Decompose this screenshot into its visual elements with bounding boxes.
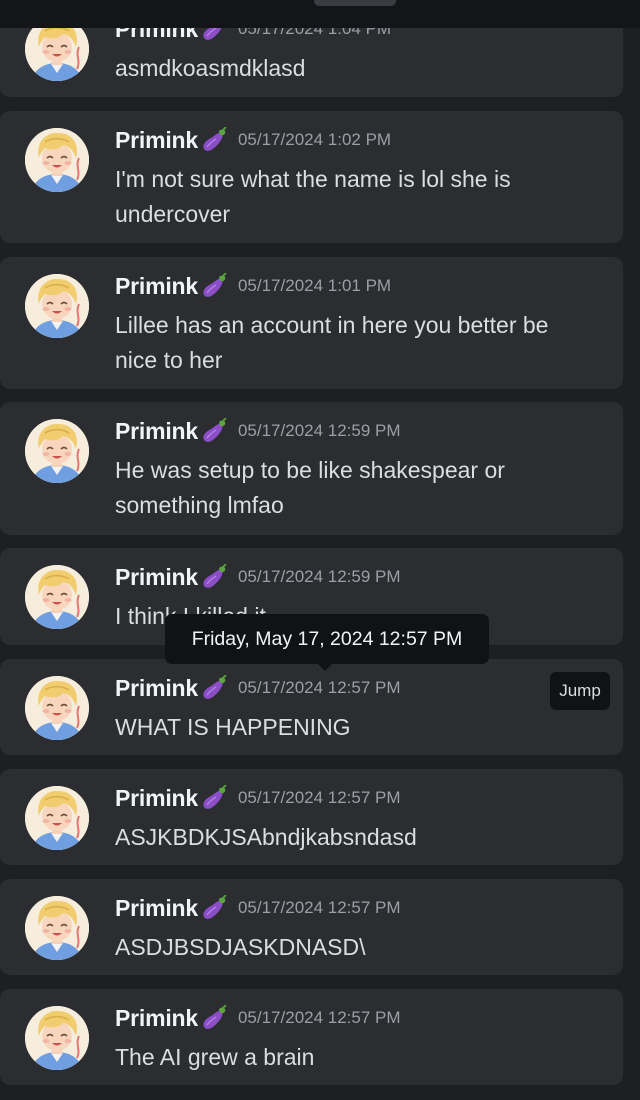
message-timestamp[interactable]: 05/17/2024 12:57 PM: [238, 898, 401, 918]
avatar[interactable]: [25, 1006, 89, 1070]
message-timestamp[interactable]: 05/17/2024 12:59 PM: [238, 421, 401, 441]
message-header: Primink 05/17/2024 12:57 PM: [115, 1003, 401, 1033]
eggplant-icon: [199, 127, 229, 153]
message-header: Primink 05/17/2024 12:57 PM: [115, 673, 401, 703]
message-text: The AI grew a brain: [115, 1044, 315, 1070]
username[interactable]: Primink: [115, 418, 198, 445]
timestamp-tooltip: Friday, May 17, 2024 12:57 PM: [165, 614, 489, 664]
message-text: Lillee has an account in here you better…: [115, 312, 549, 373]
avatar[interactable]: [25, 565, 89, 629]
message-text: ASJKBDKJSAbndjkabsndasd: [115, 824, 417, 850]
message-text: I'm not sure what the name is lol she is…: [115, 166, 511, 227]
username[interactable]: Primink: [115, 564, 198, 591]
message-item[interactable]: Primink 05/17/2024 12:57 PM ASJKBDKJSAbndj…: [0, 769, 623, 865]
avatar[interactable]: [25, 676, 89, 740]
avatar[interactable]: [25, 786, 89, 850]
message-header: Primink 05/17/2024 1:01 PM: [115, 271, 391, 301]
message-header: Primink 05/17/2024 12:59 PM: [115, 416, 401, 446]
eggplant-icon: [199, 418, 229, 444]
message-item[interactable]: Primink 05/17/2024 12:57 PM The AI grew a …: [0, 989, 623, 1085]
eggplant-icon: [199, 675, 229, 701]
username[interactable]: Primink: [115, 895, 198, 922]
message-header: Primink 05/17/2024 12:57 PM: [115, 783, 401, 813]
chat-viewport: Primink 05/17/2024 1:04 PM asmdkoasmdklasd…: [0, 0, 640, 1100]
username[interactable]: Primink: [115, 785, 198, 812]
top-bar: [0, 0, 640, 28]
message-header: Primink 05/17/2024 1:02 PM: [115, 125, 391, 155]
username[interactable]: Primink: [115, 1005, 198, 1032]
username[interactable]: Primink: [115, 273, 198, 300]
avatar[interactable]: [25, 419, 89, 483]
message-item[interactable]: Primink 05/17/2024 1:02 PM I'm not sure wh…: [0, 111, 623, 243]
eggplant-icon: [199, 785, 229, 811]
tooltip-arrow: [316, 662, 334, 671]
message-timestamp[interactable]: 05/17/2024 1:01 PM: [238, 276, 391, 296]
avatar[interactable]: [25, 128, 89, 192]
eggplant-icon: [199, 895, 229, 921]
message-item[interactable]: Primink 05/17/2024 12:57 PM WHAT IS HAPPEN…: [0, 659, 623, 755]
jump-button[interactable]: Jump: [550, 672, 610, 710]
message-text: asmdkoasmdklasd: [115, 55, 306, 81]
username[interactable]: Primink: [115, 127, 198, 154]
message-text: ASDJBSDJASKDNASD\: [115, 934, 366, 960]
drag-handle[interactable]: [314, 0, 396, 6]
message-header: Primink 05/17/2024 12:59 PM: [115, 562, 401, 592]
message-item[interactable]: Primink 05/17/2024 12:57 PM ASDJBSDJASKDNA…: [0, 879, 623, 975]
avatar[interactable]: [25, 896, 89, 960]
message-text: WHAT IS HAPPENING: [115, 714, 351, 740]
message-item[interactable]: Primink 05/17/2024 1:01 PM Lillee has an a…: [0, 257, 623, 389]
message-timestamp[interactable]: 05/17/2024 12:57 PM: [238, 788, 401, 808]
avatar[interactable]: [25, 274, 89, 338]
username[interactable]: Primink: [115, 675, 198, 702]
eggplant-icon: [199, 1005, 229, 1031]
eggplant-icon: [199, 273, 229, 299]
message-timestamp[interactable]: 05/17/2024 12:57 PM: [238, 678, 401, 698]
message-timestamp[interactable]: 05/17/2024 12:59 PM: [238, 567, 401, 587]
message-text: He was setup to be like shakespear or so…: [115, 457, 505, 518]
eggplant-icon: [199, 564, 229, 590]
message-header: Primink 05/17/2024 12:57 PM: [115, 893, 401, 923]
message-timestamp[interactable]: 05/17/2024 1:02 PM: [238, 130, 391, 150]
message-timestamp[interactable]: 05/17/2024 12:57 PM: [238, 1008, 401, 1028]
message-item[interactable]: Primink 05/17/2024 12:59 PM He was setup t…: [0, 402, 623, 535]
